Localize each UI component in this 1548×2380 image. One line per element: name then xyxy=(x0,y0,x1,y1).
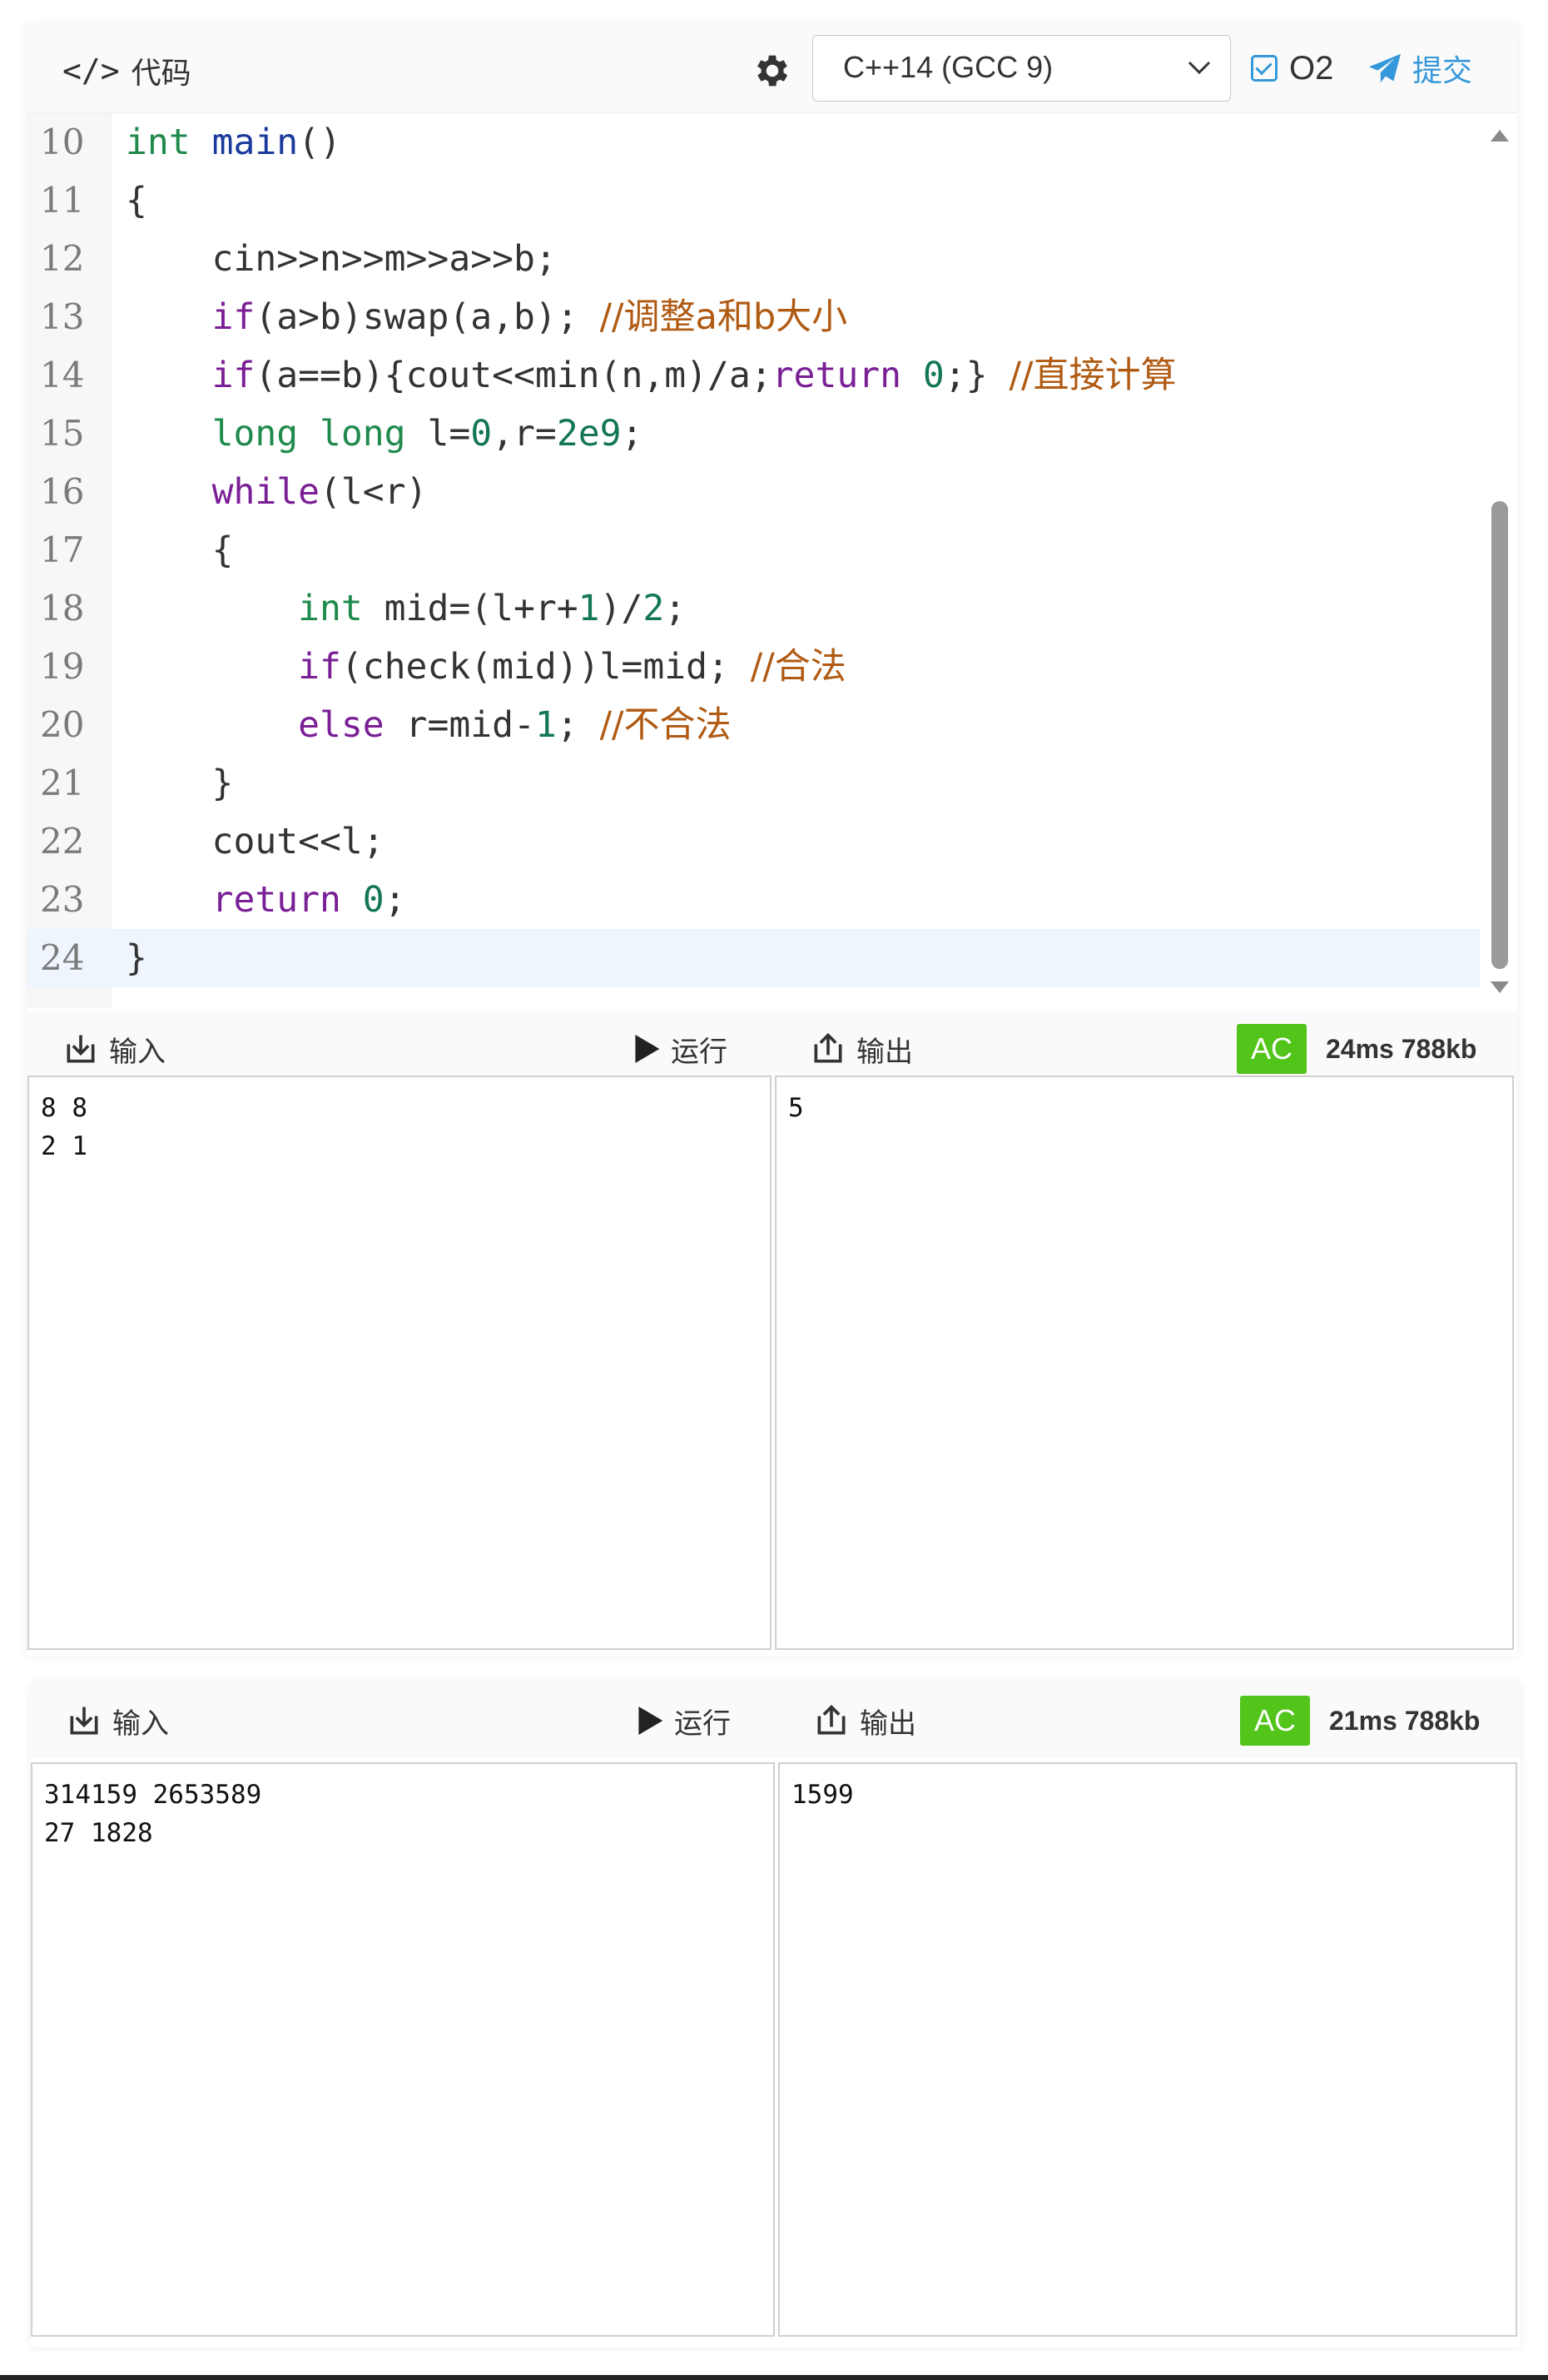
import-icon xyxy=(67,1035,95,1063)
code-line: 10 int main() xyxy=(27,113,1480,171)
line-number: 11 xyxy=(40,180,85,221)
line-number: 13 xyxy=(40,296,85,337)
code-tab: </> 代码 xyxy=(62,50,191,92)
code-text: return 0; xyxy=(211,879,406,921)
language-select[interactable]: C++14 (GCC 9) xyxy=(812,35,1231,102)
code-text: cin>>n>>m>>a>>b; xyxy=(126,238,557,280)
language-value: C++14 (GCC 9) xyxy=(843,50,1054,84)
play-icon xyxy=(638,1707,663,1735)
code-line: 12 cin>>n>>m>>a>>b; xyxy=(27,230,1480,288)
line-number: 15 xyxy=(40,413,85,454)
code-line: 22 cout<<l; xyxy=(27,812,1480,871)
code-text: if(a>b)swap(a,b); //调整a和b大小 xyxy=(211,296,848,338)
code-text: long long l=0,r=2e9; xyxy=(211,413,643,455)
test-run-card: 输入 运行 输出 AC 21ms 788kb 314159 2653589 27… xyxy=(31,1683,1521,2348)
line-number: 22 xyxy=(40,821,85,862)
code-line: 23 return 0; xyxy=(27,871,1480,929)
bottom-divider xyxy=(0,2375,1548,2380)
input-tab[interactable]: 输入 xyxy=(62,1028,166,1070)
code-line: 17 { xyxy=(27,521,1480,579)
checkbox-icon[interactable] xyxy=(1251,55,1278,82)
code-editor[interactable]: 10 int main() 11 { 12 cin>>n>>m>>a>>b; 1… xyxy=(27,113,1517,1008)
line-number: 21 xyxy=(40,763,85,803)
input-label: 输入 xyxy=(109,1036,166,1068)
input-tab[interactable]: 输入 xyxy=(66,1700,169,1742)
submit-label: 提交 xyxy=(1412,53,1473,87)
line-number: 23 xyxy=(40,879,85,920)
input-textarea[interactable]: 8 8 2 1 xyxy=(27,1076,772,1650)
input-text: 8 8 2 1 xyxy=(41,1093,87,1161)
code-icon: </> xyxy=(62,52,120,89)
run-button[interactable]: 运行 xyxy=(633,1028,727,1070)
line-number: 12 xyxy=(40,238,85,279)
editor-scrollbar[interactable] xyxy=(1489,113,1511,1008)
code-line: 20 else r=mid-1; //不合法 xyxy=(27,696,1480,754)
code-line: 13 if(a>b)swap(a,b); //调整a和b大小 xyxy=(27,288,1480,346)
code-editor-card: </> 代码 C++14 (GCC 9) O2 提交 10 int main() xyxy=(27,25,1517,1657)
output-tab[interactable]: 输出 xyxy=(810,1028,913,1070)
input-label: 输入 xyxy=(112,1707,169,1740)
run-label: 运行 xyxy=(674,1707,731,1740)
code-line: 18 int mid=(l+r+1)/2; xyxy=(27,579,1480,638)
code-text: int mid=(l+r+1)/2; xyxy=(298,588,687,629)
io-toolbar: 输入 运行 输出 AC 21ms 788kb xyxy=(31,1683,1521,1758)
gear-icon[interactable] xyxy=(752,50,793,92)
code-text: int main() xyxy=(126,122,341,163)
code-text: if(check(mid))l=mid; //合法 xyxy=(298,646,846,688)
submit-button[interactable]: 提交 xyxy=(1367,47,1472,89)
output-text: 5 xyxy=(788,1093,804,1123)
output-text: 1599 xyxy=(791,1780,854,1810)
line-number: 10 xyxy=(40,122,85,162)
code-line: 16 while(l<r) xyxy=(27,463,1480,521)
chevron-down-icon xyxy=(1188,61,1211,75)
output-label: 输出 xyxy=(856,1036,913,1068)
export-icon xyxy=(817,1704,846,1735)
code-text: { xyxy=(126,529,234,571)
code-text: else r=mid-1; //不合法 xyxy=(298,704,732,746)
run-button[interactable]: 运行 xyxy=(636,1700,731,1742)
code-line-active: 24 } xyxy=(27,929,1480,987)
o2-label: O2 xyxy=(1289,49,1334,87)
run-stats: 24ms 788kb xyxy=(1326,1034,1477,1064)
scroll-down-arrow-icon[interactable] xyxy=(1491,981,1509,993)
code-line: 15 long long l=0,r=2e9; xyxy=(27,405,1480,463)
line-number: 16 xyxy=(40,471,85,512)
code-line: 11 { xyxy=(27,171,1480,230)
play-icon xyxy=(635,1035,660,1063)
line-number: 18 xyxy=(40,588,85,629)
status-badge: AC xyxy=(1240,1696,1310,1746)
line-number: 24 xyxy=(40,937,85,978)
input-text: 314159 2653589 27 1828 xyxy=(44,1780,262,1848)
code-tab-label: 代码 xyxy=(131,56,191,90)
output-textarea[interactable]: 1599 xyxy=(778,1762,1517,2337)
o2-toggle[interactable]: O2 xyxy=(1251,47,1333,89)
send-icon xyxy=(1369,53,1401,83)
code-line: 19 if(check(mid))l=mid; //合法 xyxy=(27,638,1480,696)
scroll-up-arrow-icon[interactable] xyxy=(1491,130,1509,142)
code-text: while(l<r) xyxy=(211,471,428,513)
output-textarea[interactable]: 5 xyxy=(775,1076,1514,1650)
code-text: cout<<l; xyxy=(126,821,385,862)
output-tab[interactable]: 输出 xyxy=(813,1700,916,1742)
input-textarea[interactable]: 314159 2653589 27 1828 xyxy=(31,1762,775,2337)
status-badge: AC xyxy=(1237,1024,1307,1074)
scrollbar-thumb[interactable] xyxy=(1491,501,1508,969)
export-icon xyxy=(814,1032,842,1063)
editor-header: </> 代码 C++14 (GCC 9) O2 提交 xyxy=(27,25,1517,113)
import-icon xyxy=(70,1707,98,1735)
line-number: 20 xyxy=(40,704,85,745)
line-number: 17 xyxy=(40,529,85,570)
run-stats: 21ms 788kb xyxy=(1329,1706,1481,1736)
run-label: 运行 xyxy=(671,1036,727,1068)
code-text: } xyxy=(126,937,147,979)
code-line: 14 if(a==b){cout<<min(n,m)/a;return 0;} … xyxy=(27,346,1480,405)
code-line: 21 } xyxy=(27,754,1480,812)
code-text: { xyxy=(126,180,147,221)
code-text: if(a==b){cout<<min(n,m)/a;return 0;} //直… xyxy=(211,355,1177,396)
output-label: 输出 xyxy=(860,1707,916,1740)
code-text: } xyxy=(126,763,234,804)
line-number: 19 xyxy=(40,646,85,687)
line-number: 14 xyxy=(40,355,85,395)
